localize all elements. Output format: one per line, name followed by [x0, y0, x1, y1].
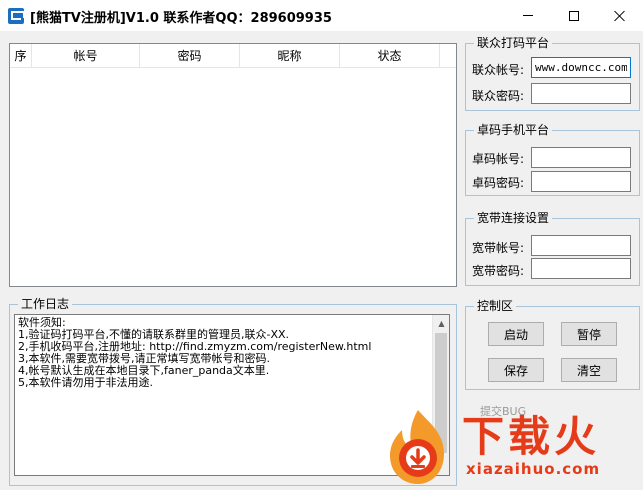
work-log-text: 软件须知: 1,验证码打码平台,不懂的请联系群里的管理员,联众-XX. 2,手机… [18, 316, 372, 389]
column-header-account[interactable]: 帐号 [32, 44, 140, 68]
broadband-password-label: 宽带密码: [472, 264, 525, 278]
watermark-en: xiazaihuo.com [466, 460, 601, 478]
clear-button[interactable]: 清空 [561, 358, 617, 382]
column-header-index[interactable]: 序 [10, 44, 32, 68]
watermark-cn: 下载火 [462, 412, 601, 461]
zhuoma-password-label: 卓码密码: [472, 176, 525, 190]
lianzhong-password-label: 联众密码: [472, 89, 525, 103]
lianzhong-password-input[interactable] [531, 83, 631, 104]
close-icon [614, 10, 626, 22]
lianzhong-account-label: 联众帐号: [472, 63, 525, 77]
watermark: 下载火 xiazaihuo.com [462, 412, 601, 479]
broadband-account-input[interactable] [531, 235, 631, 256]
start-button[interactable]: 启动 [488, 322, 544, 346]
pause-button[interactable]: 暂停 [561, 322, 617, 346]
save-button[interactable]: 保存 [488, 358, 544, 382]
account-list[interactable]: 序 帐号 密码 昵称 状态 [9, 43, 457, 287]
title-bar[interactable]: [熊猫TV注册机]V1.0 联系作者QQ：289609935 [0, 0, 643, 31]
maximize-button[interactable] [551, 0, 597, 31]
broadband-password-input[interactable] [531, 258, 631, 279]
lianzhong-account-input[interactable] [531, 57, 631, 78]
flame-logo-icon [390, 410, 444, 484]
work-log-legend: 工作日志 [21, 297, 70, 311]
column-header-filler [440, 44, 456, 68]
window-title: [熊猫TV注册机]V1.0 联系作者QQ：289609935 [30, 11, 332, 26]
account-list-header: 序 帐号 密码 昵称 状态 [10, 44, 456, 68]
zhuoma-account-input[interactable] [531, 147, 631, 168]
zhuoma-legend: 卓码手机平台 [477, 123, 550, 137]
lianzhong-legend: 联众打码平台 [477, 36, 550, 50]
column-header-status[interactable]: 状态 [340, 44, 440, 68]
broadband-legend: 宽带连接设置 [477, 211, 550, 225]
zhuoma-account-label: 卓码帐号: [472, 152, 525, 166]
zhuoma-password-input[interactable] [531, 171, 631, 192]
app-icon [8, 8, 25, 24]
column-header-nickname[interactable]: 昵称 [240, 44, 340, 68]
column-header-password[interactable]: 密码 [140, 44, 240, 68]
scroll-up-icon[interactable]: ▲ [433, 315, 449, 332]
broadband-account-label: 宽带帐号: [472, 241, 525, 255]
maximize-icon [569, 10, 579, 21]
minimize-button[interactable] [505, 0, 551, 31]
minimize-icon [523, 15, 533, 16]
control-legend: 控制区 [477, 299, 514, 313]
close-button[interactable] [597, 0, 643, 31]
